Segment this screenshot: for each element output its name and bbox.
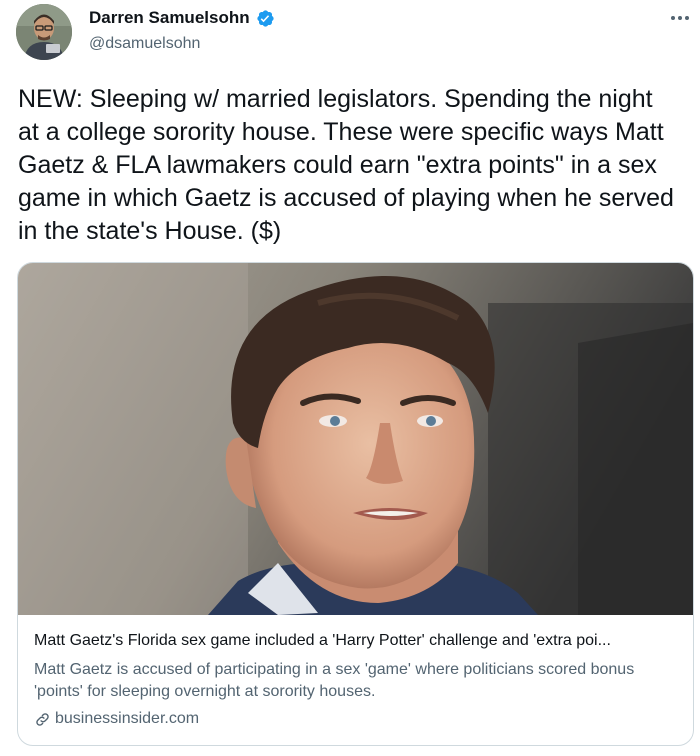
tweet[interactable]: Darren Samuelsohn @dsamuelsohn NEW: Slee… bbox=[0, 0, 700, 756]
avatar-illustration bbox=[16, 4, 72, 60]
verified-badge-icon bbox=[256, 9, 275, 28]
card-domain-row[interactable]: businessinsider.com bbox=[34, 710, 199, 728]
link-icon bbox=[36, 712, 49, 726]
author-name-row: Darren Samuelsohn bbox=[89, 8, 275, 28]
handle[interactable]: @dsamuelsohn bbox=[89, 35, 200, 53]
card-domain: businessinsider.com bbox=[55, 710, 200, 727]
link-card[interactable]: Matt Gaetz's Florida sex game included a… bbox=[17, 262, 694, 746]
tweet-text: NEW: Sleeping w/ married legislators. Sp… bbox=[18, 85, 674, 245]
card-title[interactable]: Matt Gaetz's Florida sex game included a… bbox=[34, 632, 679, 650]
card-description: Matt Gaetz is accused of participating i… bbox=[34, 661, 635, 700]
display-name[interactable]: Darren Samuelsohn bbox=[89, 8, 250, 28]
avatar[interactable] bbox=[16, 4, 72, 60]
more-options-icon[interactable] bbox=[666, 6, 694, 30]
card-image[interactable] bbox=[18, 263, 693, 615]
